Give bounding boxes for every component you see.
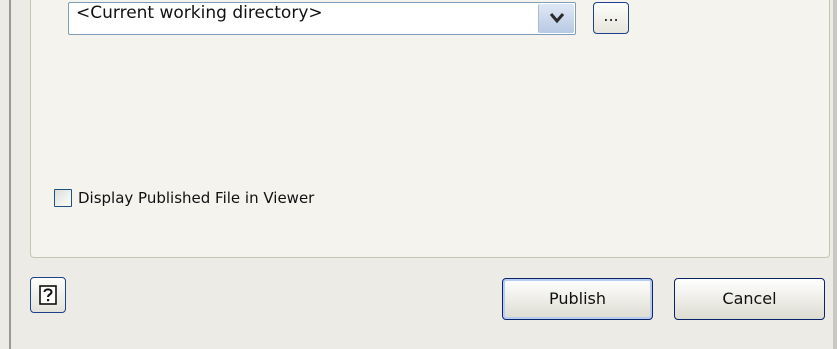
display-in-viewer-label: Display Published File in Viewer (78, 189, 315, 207)
combo-dropdown-button[interactable] (538, 4, 574, 33)
cancel-button[interactable]: Cancel (674, 278, 825, 320)
window-frame-right (833, 0, 837, 349)
publish-button[interactable]: Publish (502, 278, 653, 320)
output-location-value: <Current working directory> (76, 3, 323, 23)
output-location-combo[interactable]: <Current working directory> (68, 2, 576, 35)
publish-dialog: <Current working directory> ... Display … (0, 0, 837, 349)
chevron-down-icon (549, 13, 565, 24)
browse-button[interactable]: ... (593, 2, 629, 34)
window-frame-left (9, 0, 11, 349)
display-in-viewer-checkbox[interactable] (54, 189, 72, 207)
help-button[interactable] (30, 277, 66, 313)
options-panel (30, 0, 830, 258)
display-in-viewer-option[interactable]: Display Published File in Viewer (54, 187, 314, 209)
help-icon (39, 285, 57, 305)
